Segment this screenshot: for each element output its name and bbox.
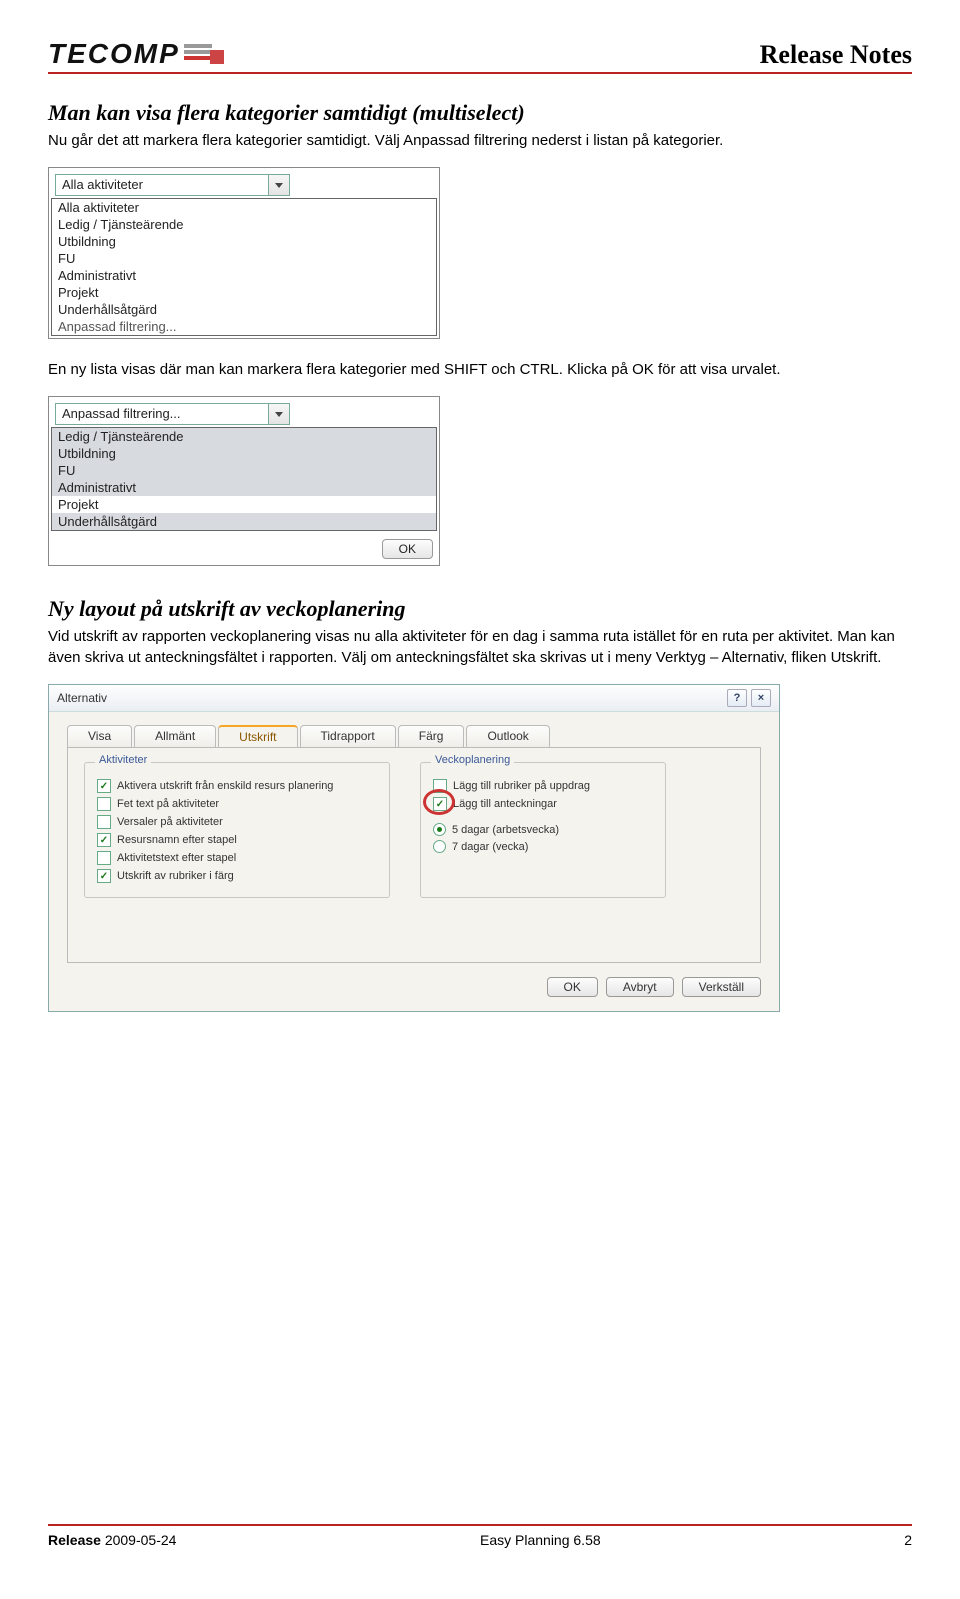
section1-heading: Man kan visa flera kategorier samtidigt … — [48, 100, 912, 126]
header: TECOMP Release Notes — [48, 38, 912, 74]
list-item[interactable]: Underhållsåtgärd — [52, 301, 436, 318]
list-item[interactable]: Utbildning — [52, 445, 436, 462]
checkbox-row[interactable]: Lägg till rubriker på uppdrag — [433, 777, 653, 795]
checkbox-label: Lägg till rubriker på uppdrag — [453, 780, 590, 792]
radio-icon[interactable] — [433, 823, 446, 836]
checkbox-label: Versaler på aktiviteter — [117, 816, 223, 828]
section2-body: Vid utskrift av rapporten veckoplanering… — [48, 626, 912, 668]
chevron-down-icon[interactable] — [268, 174, 290, 196]
radio-row[interactable]: 7 dagar (vecka) — [433, 838, 653, 855]
chevron-down-icon[interactable] — [268, 403, 290, 425]
logo-text: TECOMP — [48, 38, 180, 70]
combobox-value: Alla aktiviteter — [55, 174, 268, 196]
checkbox-row[interactable]: ✓ Resursnamn efter stapel — [97, 831, 377, 849]
category-listbox[interactable]: Alla aktiviteter Ledig / Tjänsteärende U… — [51, 198, 437, 336]
filter-combobox[interactable]: Anpassad filtrering... — [55, 403, 433, 425]
checkbox-icon[interactable]: ✓ — [97, 869, 111, 883]
checkbox-icon[interactable] — [97, 797, 111, 811]
category-combobox[interactable]: Alla aktiviteter — [55, 174, 433, 196]
radio-icon[interactable] — [433, 840, 446, 853]
checkbox-row[interactable]: ✓ Utskrift av rubriker i färg — [97, 867, 377, 885]
footer-page: 2 — [904, 1532, 912, 1548]
checkbox-row[interactable]: Aktivitetstext efter stapel — [97, 849, 377, 867]
tab-visa[interactable]: Visa — [67, 725, 132, 748]
checkbox-label: Aktivera utskrift från enskild resurs pl… — [117, 780, 333, 792]
list-item[interactable]: Underhållsåtgärd — [52, 513, 436, 530]
radio-label: 7 dagar (vecka) — [452, 841, 528, 853]
footer-product: Easy Planning 6.58 — [480, 1532, 601, 1548]
combobox-value: Anpassad filtrering... — [55, 403, 268, 425]
checkbox-label: Resursnamn efter stapel — [117, 834, 237, 846]
list-item[interactable]: Ledig / Tjänsteärende — [52, 216, 436, 233]
list-item[interactable]: Administrativt — [52, 267, 436, 284]
help-icon[interactable]: ? — [727, 689, 747, 707]
checkbox-label: Utskrift av rubriker i färg — [117, 870, 234, 882]
options-dialog: Alternativ ? × Visa Allmänt Utskrift Tid… — [48, 684, 780, 1012]
tab-outlook[interactable]: Outlook — [466, 725, 549, 748]
page-title: Release Notes — [760, 40, 912, 70]
group-title: Veckoplanering — [431, 754, 514, 766]
radio-label: 5 dagar (arbetsvecka) — [452, 824, 559, 836]
paragraph-2: En ny lista visas där man kan markera fl… — [48, 359, 912, 380]
list-item[interactable]: Administrativt — [52, 479, 436, 496]
list-item[interactable]: FU — [52, 250, 436, 267]
list-item[interactable]: Utbildning — [52, 233, 436, 250]
screenshot-multiselect: Anpassad filtrering... Ledig / Tjänsteär… — [48, 396, 440, 566]
checkbox-icon[interactable] — [433, 779, 447, 793]
apply-button[interactable]: Verkställ — [682, 977, 761, 997]
tab-utskrift[interactable]: Utskrift — [218, 725, 297, 748]
group-veckoplanering: Veckoplanering Lägg till rubriker på upp… — [420, 762, 666, 898]
checkbox-icon[interactable]: ✓ — [97, 779, 111, 793]
dialog-buttons: OK Avbryt Verkställ — [49, 977, 779, 1011]
list-item[interactable]: Projekt — [52, 284, 436, 301]
list-item[interactable]: Ledig / Tjänsteärende — [52, 428, 436, 445]
footer-release-label: Release — [48, 1532, 101, 1548]
dialog-titlebar: Alternativ ? × — [49, 685, 779, 712]
checkbox-label: Aktivitetstext efter stapel — [117, 852, 236, 864]
checkbox-row[interactable]: Versaler på aktiviteter — [97, 813, 377, 831]
checkbox-row[interactable]: Fet text på aktiviteter — [97, 795, 377, 813]
tab-body: Aktiviteter ✓ Aktivera utskrift från ensk… — [67, 747, 761, 963]
checkbox-row[interactable]: ✓ Lägg till anteckningar — [433, 795, 653, 813]
list-item[interactable]: Alla aktiviteter — [52, 199, 436, 216]
footer-release: Release 2009-05-24 — [48, 1532, 176, 1548]
footer-release-date: 2009-05-24 — [105, 1532, 177, 1548]
logo-icon — [184, 40, 224, 68]
checkbox-row[interactable]: ✓ Aktivera utskrift från enskild resurs p… — [97, 777, 377, 795]
checkbox-label: Fet text på aktiviteter — [117, 798, 219, 810]
cancel-button[interactable]: Avbryt — [606, 977, 674, 997]
section2-heading: Ny layout på utskrift av veckoplanering — [48, 596, 912, 622]
screenshot-combobox-open: Alla aktiviteter Alla aktiviteter Ledig … — [48, 167, 440, 339]
tab-farg[interactable]: Färg — [398, 725, 465, 748]
group-aktiviteter: Aktiviteter ✓Aktivera utskrift från ensk… — [84, 762, 390, 898]
checkbox-icon[interactable]: ✓ — [97, 833, 111, 847]
checkbox-icon[interactable] — [97, 815, 111, 829]
section1-body: Nu går det att markera flera kategorier … — [48, 130, 912, 151]
tab-allmant[interactable]: Allmänt — [134, 725, 216, 748]
ok-button[interactable]: OK — [382, 539, 433, 559]
tab-tidrapport[interactable]: Tidrapport — [300, 725, 396, 748]
ok-button[interactable]: OK — [547, 977, 598, 997]
list-item[interactable]: FU — [52, 462, 436, 479]
checkbox-icon[interactable]: ✓ — [433, 797, 447, 811]
checkbox-label: Lägg till anteckningar — [453, 798, 557, 810]
dialog-title: Alternativ — [57, 691, 107, 705]
list-item[interactable]: Projekt — [52, 496, 436, 513]
tab-strip: Visa Allmänt Utskrift Tidrapport Färg Ou… — [49, 712, 779, 747]
list-item[interactable]: Anpassad filtrering... — [52, 318, 436, 335]
logo: TECOMP — [48, 38, 224, 70]
filter-listbox[interactable]: Ledig / Tjänsteärende Utbildning FU Admi… — [51, 427, 437, 531]
group-title: Aktiviteter — [95, 754, 151, 766]
checkbox-icon[interactable] — [97, 851, 111, 865]
radio-row[interactable]: 5 dagar (arbetsvecka) — [433, 821, 653, 838]
footer: Release 2009-05-24 Easy Planning 6.58 2 — [48, 1524, 912, 1548]
close-icon[interactable]: × — [751, 689, 771, 707]
